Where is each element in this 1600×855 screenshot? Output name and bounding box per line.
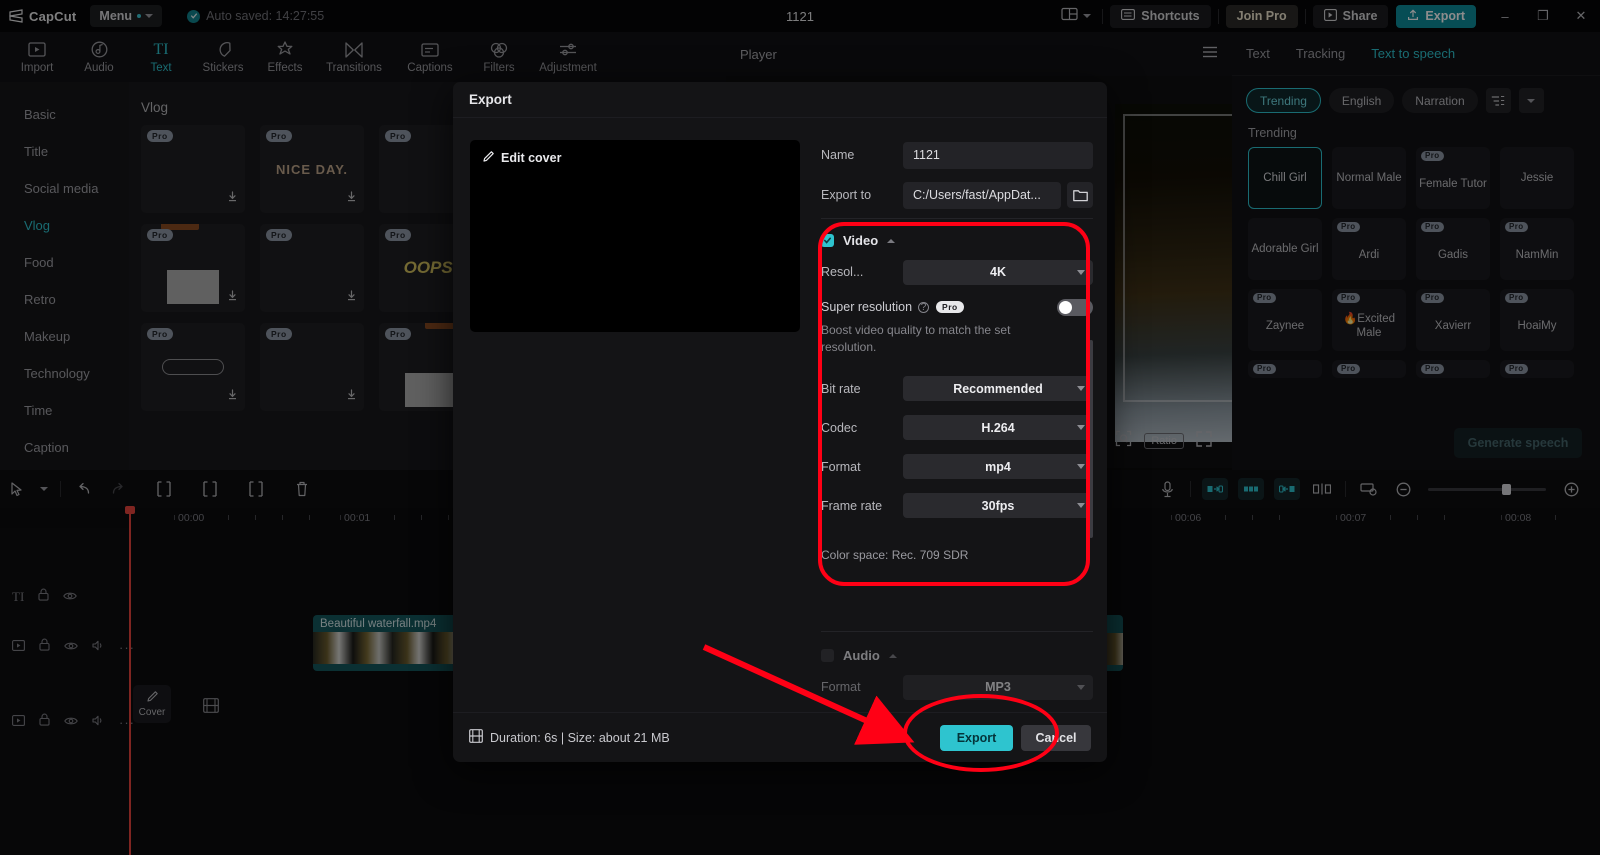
framerate-row: Frame rate 30fps: [821, 490, 1093, 522]
pencil-icon: [482, 150, 495, 166]
super-resolution-toggle[interactable]: [1057, 298, 1093, 316]
export-to-row: Export to C:/Users/fast/AppDat...: [821, 180, 1093, 210]
audio-settings-section: Audio Format MP3: [821, 648, 1093, 703]
bitrate-row: Bit rate Recommended: [821, 373, 1093, 405]
name-label: Name: [821, 148, 855, 162]
audio-section-label: Audio: [843, 648, 880, 663]
resolution-value: 4K: [990, 265, 1006, 279]
resolution-label: Resol...: [821, 265, 864, 279]
bitrate-select[interactable]: Recommended: [903, 376, 1093, 402]
cover-preview: Edit cover: [470, 140, 800, 332]
format-select[interactable]: mp4: [903, 454, 1093, 480]
audio-section-header[interactable]: Audio: [821, 648, 1093, 663]
duration-info: Duration: 6s | Size: about 21 MB: [469, 729, 670, 746]
dialog-export-button[interactable]: Export: [940, 724, 1013, 751]
super-resolution-label: Super resolution: [821, 300, 913, 314]
format-row: Format mp4: [821, 451, 1093, 483]
audio-format-label: Format: [821, 680, 861, 694]
chevron-down-icon: [1077, 503, 1085, 509]
dialog-title: Export: [453, 82, 1107, 118]
audio-format-select[interactable]: MP3: [903, 674, 1093, 700]
dialog-footer: Duration: 6s | Size: about 21 MB Export …: [453, 712, 1107, 762]
chevron-up-icon[interactable]: [887, 238, 896, 243]
framerate-label: Frame rate: [821, 498, 883, 513]
dialog-actions: Export Cancel: [940, 724, 1091, 751]
dialog-scrollbar[interactable]: [1089, 340, 1093, 538]
resolution-select[interactable]: 4K: [903, 259, 1093, 285]
film-icon: [469, 729, 483, 746]
dialog-body: Edit cover Name 1121 Export to C:/Users/…: [453, 118, 1107, 712]
edit-cover-label: Edit cover: [501, 151, 562, 165]
audio-checkbox[interactable]: [821, 649, 834, 662]
chevron-up-icon[interactable]: [888, 653, 897, 658]
export-dialog: Export Edit cover Name 1121 Export to C:…: [453, 82, 1107, 762]
audio-format-value: MP3: [985, 680, 1011, 694]
codec-row: Codec H.264: [821, 412, 1093, 444]
capcut-window: CapCut Menu Auto saved: 14:27:55 1121 Sh…: [0, 0, 1600, 855]
divider: [821, 631, 1093, 632]
codec-value: H.264: [981, 420, 1015, 435]
export-to-label: Export to: [821, 188, 872, 202]
edit-cover-button[interactable]: Edit cover: [482, 150, 561, 166]
super-resolution-row: Super resolution ? Pro: [821, 294, 1093, 320]
format-value: mp4: [985, 459, 1011, 474]
chevron-down-icon: [1077, 684, 1085, 690]
framerate-value: 30fps: [981, 498, 1015, 513]
video-section-header[interactable]: Video: [821, 233, 1093, 248]
dialog-cancel-button[interactable]: Cancel: [1021, 724, 1091, 751]
pro-badge: Pro: [936, 301, 964, 313]
info-icon[interactable]: ?: [918, 301, 930, 313]
chevron-down-icon: [1077, 464, 1085, 470]
name-row: Name 1121: [821, 140, 1093, 170]
export-form: Name 1121 Export to C:/Users/fast/AppDat…: [821, 140, 1093, 220]
video-checkbox[interactable]: [821, 234, 834, 247]
chevron-down-icon: [1077, 386, 1085, 392]
divider: [821, 218, 1093, 219]
video-settings-section: Video Resol... 4K Super resolution ? Pro: [821, 233, 1093, 562]
bitrate-label: Bit rate: [821, 381, 861, 396]
codec-label: Codec: [821, 420, 858, 435]
duration-text: Duration: 6s | Size: about 21 MB: [490, 730, 670, 745]
super-resolution-hint: Boost video quality to match the set res…: [821, 323, 1011, 355]
bitrate-value: Recommended: [953, 381, 1043, 396]
chevron-down-icon: [1077, 269, 1085, 275]
name-input[interactable]: 1121: [903, 141, 1093, 169]
resolution-row: Resol... 4K: [821, 256, 1093, 288]
framerate-select[interactable]: 30fps: [903, 493, 1093, 519]
video-section-label: Video: [843, 233, 879, 248]
export-path-input[interactable]: C:/Users/fast/AppDat...: [903, 181, 1061, 209]
audio-format-row: Format MP3: [821, 671, 1093, 703]
color-space-text: Color space: Rec. 709 SDR: [821, 547, 969, 562]
format-label: Format: [821, 459, 861, 474]
chevron-down-icon: [1077, 425, 1085, 431]
codec-select[interactable]: H.264: [903, 415, 1093, 441]
browse-folder-icon[interactable]: [1067, 182, 1093, 208]
toggle-knob: [1059, 300, 1072, 314]
